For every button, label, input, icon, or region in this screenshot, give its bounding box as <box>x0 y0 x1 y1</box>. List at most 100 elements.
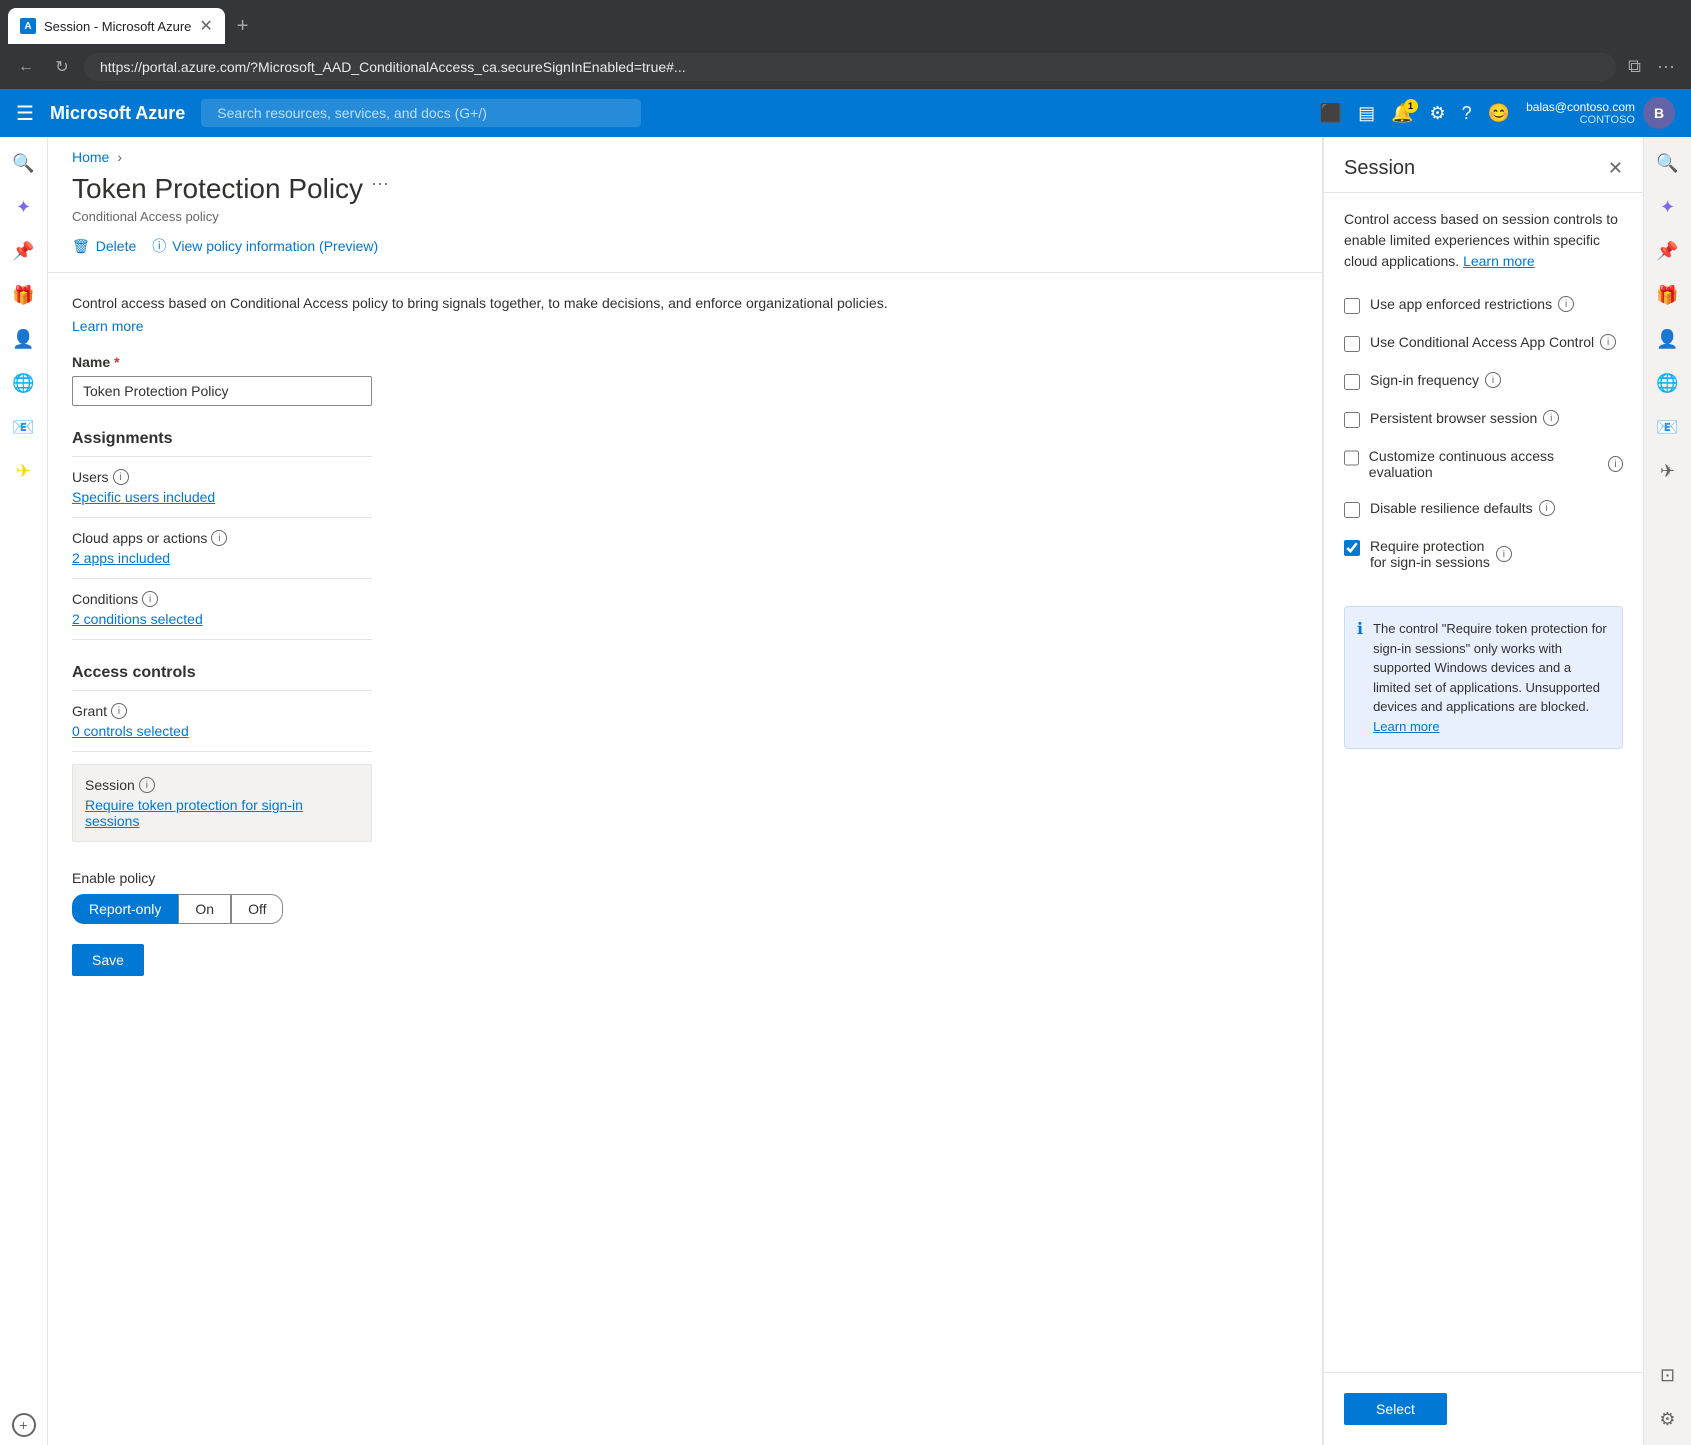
session-learn-more-link[interactable]: Learn more <box>1463 253 1535 269</box>
save-button[interactable]: Save <box>72 944 144 976</box>
sidebar-person-icon[interactable]: 👤 <box>6 321 42 357</box>
cloud-apps-info-icon[interactable]: i <box>211 530 227 546</box>
terminal-icon[interactable]: ⬛ <box>1320 103 1342 124</box>
menu-button[interactable]: ☰ <box>16 101 34 126</box>
breadcrumb-home[interactable]: Home <box>72 149 109 165</box>
sign-in-freq-checkbox[interactable] <box>1344 374 1360 390</box>
disable-resilience-checkbox[interactable] <box>1344 502 1360 518</box>
notification-badge: 1 <box>1404 99 1418 113</box>
delete-button[interactable]: 🗑 Delete <box>72 238 136 255</box>
require-protection-label: Require protectionfor sign-in sessions i <box>1370 538 1512 570</box>
session-info-icon[interactable]: i <box>139 777 155 793</box>
persistent-browser-checkbox[interactable] <box>1344 412 1360 428</box>
right-settings-icon[interactable]: ⚙ <box>1650 1401 1686 1437</box>
view-policy-button[interactable]: ⓘ View policy information (Preview) <box>152 236 378 256</box>
sidebar-copilot-icon[interactable]: ✦ <box>6 189 42 225</box>
require-protection-checkbox[interactable] <box>1344 540 1360 556</box>
search-input[interactable] <box>201 99 641 127</box>
session-value[interactable]: Require token protection for sign-in ses… <box>85 797 303 829</box>
toggle-report-only[interactable]: Report-only <box>72 894 178 924</box>
conditional-access-info-icon[interactable]: i <box>1600 334 1616 350</box>
feedback-icon[interactable]: 😊 <box>1488 103 1510 124</box>
azure-nav: ☰ Microsoft Azure ⬛ ▤ 🔔 1 ⚙ ? 😊 balas@co… <box>0 89 1691 137</box>
tab-close-button[interactable]: ✕ <box>199 16 212 36</box>
sign-in-freq-info-icon[interactable]: i <box>1485 372 1501 388</box>
active-tab[interactable]: A Session - Microsoft Azure ✕ <box>8 8 225 44</box>
left-sidebar: 🔍 ✦ 📌 🎁 👤 🌐 📧 ✈ + <box>0 137 48 1445</box>
sidebar-outlook-icon[interactable]: 📧 <box>6 409 42 445</box>
checkbox-conditional-access: Use Conditional Access App Control i <box>1344 334 1623 352</box>
user-email: balas@contoso.com <box>1526 100 1635 114</box>
learn-more-link[interactable]: Learn more <box>72 318 144 334</box>
conditions-value[interactable]: 2 conditions selected <box>72 611 203 627</box>
breadcrumb: Home › <box>48 137 1322 165</box>
assignments-header: Assignments <box>72 430 372 457</box>
policy-toggle-group: Report-only On Off <box>72 894 1298 924</box>
sidebar-gift-icon[interactable]: 🎁 <box>6 277 42 313</box>
user-menu[interactable]: balas@contoso.com CONTOSO B <box>1526 97 1675 129</box>
require-protection-info-icon[interactable]: i <box>1496 546 1512 562</box>
back-button[interactable]: ← <box>12 53 40 81</box>
toggle-on[interactable]: On <box>178 894 231 924</box>
nav-icons: ⬛ ▤ 🔔 1 ⚙ ? 😊 balas@contoso.com CONTOSO … <box>1320 97 1675 129</box>
grant-info-icon[interactable]: i <box>111 703 127 719</box>
customize-cae-checkbox[interactable] <box>1344 450 1359 466</box>
conditions-item: Conditions i 2 conditions selected <box>72 591 372 640</box>
settings-icon[interactable]: ⚙ <box>1430 103 1446 124</box>
right-person-icon[interactable]: 👤 <box>1650 321 1686 357</box>
select-button[interactable]: Select <box>1344 1393 1447 1425</box>
cloud-apps-item: Cloud apps or actions i 2 apps included <box>72 530 372 579</box>
cloud-apps-value[interactable]: 2 apps included <box>72 550 170 566</box>
cloud-shell-icon[interactable]: ▤ <box>1358 103 1375 124</box>
right-gift-icon[interactable]: 🎁 <box>1650 277 1686 313</box>
session-item[interactable]: Session i Require token protection for s… <box>72 764 372 842</box>
persistent-browser-info-icon[interactable]: i <box>1543 410 1559 426</box>
sidebar-sphere-icon[interactable]: 🌐 <box>6 365 42 401</box>
access-controls-header: Access controls <box>72 664 372 691</box>
close-session-panel-button[interactable]: ✕ <box>1608 158 1623 179</box>
view-policy-icon: ⓘ <box>152 236 166 256</box>
right-outlook-icon[interactable]: 📧 <box>1650 409 1686 445</box>
info-box-learn-more-link[interactable]: Learn more <box>1373 719 1439 734</box>
customize-cae-info-icon[interactable]: i <box>1608 456 1623 472</box>
address-bar[interactable] <box>84 53 1616 81</box>
browser-menu-icon[interactable]: ··· <box>1653 52 1679 81</box>
name-input[interactable] <box>72 376 372 406</box>
page-title-area: Token Protection Policy Conditional Acce… <box>48 165 1322 273</box>
users-value[interactable]: Specific users included <box>72 489 215 505</box>
help-icon[interactable]: ? <box>1462 103 1472 124</box>
right-sidebar: 🔍 ✦ 📌 🎁 👤 🌐 📧 ✈ ⊡ ⚙ <box>1643 137 1691 1445</box>
conditional-access-checkbox[interactable] <box>1344 336 1360 352</box>
right-expand-icon[interactable]: ⊡ <box>1650 1357 1686 1393</box>
tab-label: Session - Microsoft Azure <box>44 19 191 34</box>
right-bookmark-icon[interactable]: 📌 <box>1650 233 1686 269</box>
disable-resilience-info-icon[interactable]: i <box>1539 500 1555 516</box>
right-search-icon[interactable]: 🔍 <box>1650 145 1686 181</box>
users-info-icon[interactable]: i <box>113 469 129 485</box>
app-enforced-info-icon[interactable]: i <box>1558 296 1574 312</box>
sidebar-search-icon[interactable]: 🔍 <box>6 145 42 181</box>
sidebar-plane-icon[interactable]: ✈ <box>6 453 42 489</box>
users-label: Users i <box>72 469 372 485</box>
more-options-button[interactable]: ··· <box>371 173 389 194</box>
enable-policy-section: Enable policy Report-only On Off <box>72 870 1298 924</box>
name-field: Name * <box>72 354 1298 406</box>
app-enforced-checkbox[interactable] <box>1344 298 1360 314</box>
session-panel: Session ✕ Control access based on sessio… <box>1323 137 1643 1445</box>
app-enforced-label: Use app enforced restrictions i <box>1370 296 1574 312</box>
grant-value[interactable]: 0 controls selected <box>72 723 189 739</box>
right-copilot-icon[interactable]: ✦ <box>1650 189 1686 225</box>
right-plane-icon[interactable]: ✈ <box>1650 453 1686 489</box>
sidebar-add-icon[interactable]: + <box>12 1413 36 1437</box>
sign-in-freq-label: Sign-in frequency i <box>1370 372 1501 388</box>
checkbox-disable-resilience: Disable resilience defaults i <box>1344 500 1623 518</box>
toggle-off[interactable]: Off <box>231 894 283 924</box>
notification-icon[interactable]: 🔔 1 <box>1391 103 1413 124</box>
session-panel-header: Session ✕ <box>1324 137 1643 193</box>
sidebar-bookmark-icon[interactable]: 📌 <box>6 233 42 269</box>
new-tab-button[interactable]: + <box>229 11 257 42</box>
conditions-info-icon[interactable]: i <box>142 591 158 607</box>
right-sphere-icon[interactable]: 🌐 <box>1650 365 1686 401</box>
browser-extensions-icon[interactable]: ⧉ <box>1624 52 1645 81</box>
refresh-button[interactable]: ↻ <box>48 53 76 81</box>
